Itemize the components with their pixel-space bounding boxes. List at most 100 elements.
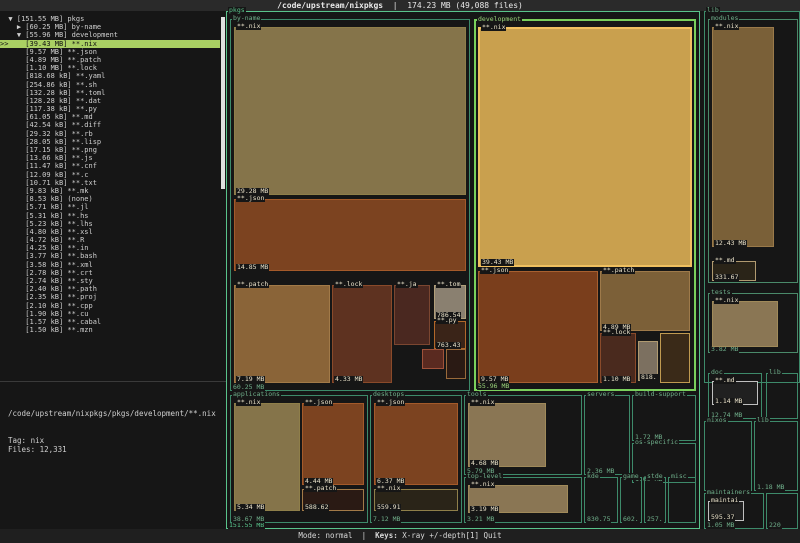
title-summary: 174.23 MB (49,088 files) bbox=[407, 1, 523, 10]
treemap-label: **.md bbox=[714, 377, 736, 384]
tree-row[interactable]: [9.83 kB] **.mk bbox=[0, 187, 220, 195]
tree-row[interactable]: [29.32 kB] **.rb bbox=[0, 130, 220, 138]
treemap-development-json[interactable]: **.json 9.57 MB bbox=[478, 267, 598, 383]
treemap-by-name-small-1[interactable]: **.ja bbox=[394, 281, 430, 345]
treemap-by-name-nix[interactable]: **.nix 29.28 MB bbox=[234, 23, 466, 195]
file-tree-panel: ▼ [151.55 MB] pkgs ▶ [60.25 MB] by-name … bbox=[0, 11, 226, 529]
tree-row[interactable]: [254.86 kB] **.sh bbox=[0, 81, 220, 89]
tree-row[interactable]: [117.38 kB] **.py bbox=[0, 105, 220, 113]
tree-row[interactable]: [2.78 kB] **.crt bbox=[0, 269, 220, 277]
file-tree[interactable]: ▼ [151.55 MB] pkgs ▶ [60.25 MB] by-name … bbox=[0, 15, 220, 334]
treemap-label: **.nix bbox=[481, 24, 507, 31]
treemap-desktops-json[interactable]: **.json 6.37 MB bbox=[374, 399, 458, 485]
treemap-label: **.nix bbox=[470, 399, 496, 406]
tree-row[interactable]: [2.74 kB] **.sty bbox=[0, 277, 220, 285]
tree-row[interactable]: [42.54 kB] **.diff bbox=[0, 121, 220, 129]
treemap-size: 3.82 MB bbox=[710, 345, 740, 353]
treemap-maintainers-nix[interactable]: maintai 595.37 bbox=[708, 497, 744, 521]
tree-row[interactable]: [128.28 kB] **.dat bbox=[0, 97, 220, 105]
tree-row[interactable]: [3.77 kB] **.bash bbox=[0, 252, 220, 260]
tree-row[interactable]: [13.66 kB] **.js bbox=[0, 154, 220, 162]
tree-row[interactable]: [9.57 MB] **.json bbox=[0, 48, 220, 56]
treemap-label: game bbox=[622, 473, 640, 480]
tree-row[interactable]: [1.50 kB] **.mzn bbox=[0, 326, 220, 334]
tree-row[interactable]: [17.15 kB] **.png bbox=[0, 146, 220, 154]
treemap-lib-md[interactable]: **.md 331.67 bbox=[712, 257, 756, 281]
tree-row[interactable]: [3.58 kB] **.xml bbox=[0, 261, 220, 269]
tree-row[interactable]: [5.31 kB] **.hs bbox=[0, 212, 220, 220]
treemap-development-small[interactable] bbox=[660, 333, 690, 383]
treemap-games-frame[interactable]: game 602. bbox=[620, 473, 642, 523]
tree-row[interactable]: [4.72 kB] **.R bbox=[0, 236, 220, 244]
treemap-kde-frame[interactable]: kde 830.75 bbox=[584, 473, 618, 523]
tree-row[interactable]: [11.47 kB] **.cnf bbox=[0, 162, 220, 170]
treemap-by-name-tom[interactable]: **.tom 786.54 bbox=[434, 281, 466, 319]
info-panel: /code/upstream/nixpkgs/pkgs/development/… bbox=[8, 409, 216, 454]
tree-scrollbar[interactable] bbox=[221, 17, 225, 189]
treemap-label: **.json bbox=[376, 399, 406, 406]
treemap-size: 55.96 MB bbox=[477, 382, 511, 390]
treemap-label: **.patch bbox=[236, 281, 270, 288]
treemap-misc2-frame[interactable]: 220 bbox=[766, 493, 798, 529]
treemap[interactable]: pkgs 151.55 MB by-name 60.25 MB **.nix 29.28 … bbox=[226, 7, 800, 529]
tree-row[interactable]: >> [39.43 MB] **.nix bbox=[0, 39, 220, 48]
tree-row[interactable]: [2.40 kB] **.path bbox=[0, 285, 220, 293]
treemap-development-nix[interactable]: **.nix 39.43 MB bbox=[478, 24, 692, 267]
treemap-doc-md[interactable]: **.md 1.14 MB bbox=[712, 377, 758, 405]
tree-row[interactable]: [1.10 MB] **.lock bbox=[0, 64, 220, 72]
treemap-top-level-nix[interactable]: **.nix 3.19 MB bbox=[468, 481, 568, 513]
treemap-development-patch[interactable]: **.patch 4.89 MB bbox=[600, 267, 690, 331]
tree-row[interactable]: [4.80 kB] **.xsl bbox=[0, 228, 220, 236]
tree-row[interactable]: [818.68 kB] **.yaml bbox=[0, 72, 220, 80]
tree-row[interactable]: ▼ [55.96 MB] development bbox=[0, 31, 220, 39]
treemap-label: top-level bbox=[466, 473, 504, 480]
tree-row[interactable]: [1.90 kB] **.cu bbox=[0, 310, 220, 318]
treemap-nixos-frame[interactable]: nixos bbox=[704, 417, 752, 491]
treemap-by-name-py[interactable]: **.py 763.43 bbox=[434, 317, 466, 349]
tree-row[interactable]: [2.35 kB] **.proj bbox=[0, 293, 220, 301]
treemap-by-name-tiny-1[interactable] bbox=[422, 349, 444, 369]
treemap-by-name-json[interactable]: **.json 14.85 MB bbox=[234, 195, 466, 271]
tree-row[interactable]: [61.05 kB] **.md bbox=[0, 113, 220, 121]
tree-row[interactable]: [4.89 MB] **.patch bbox=[0, 56, 220, 64]
title-separator: | bbox=[387, 1, 403, 10]
treemap-size: 7.12 MB bbox=[372, 515, 402, 523]
tree-row[interactable]: ▼ [151.55 MB] pkgs bbox=[0, 15, 220, 23]
tree-row[interactable]: [5.71 kB] **.jl bbox=[0, 203, 220, 211]
tree-row[interactable]: [132.28 kB] **.toml bbox=[0, 89, 220, 97]
treemap-misc-frame[interactable]: misc bbox=[668, 473, 696, 523]
treemap-label: **.nix bbox=[236, 399, 262, 406]
tree-row[interactable]: ▶ [60.25 MB] by-name bbox=[0, 23, 220, 31]
treemap-build-support-frame[interactable]: build-support 1.72 MB bbox=[632, 391, 696, 441]
treemap-by-name-tiny-2[interactable] bbox=[446, 349, 466, 379]
treemap-development-yaml[interactable]: 818. bbox=[638, 341, 658, 381]
tree-row[interactable]: [4.25 kB] **.in bbox=[0, 244, 220, 252]
treemap-applications-nix[interactable]: **.nix 5.34 MB bbox=[234, 399, 300, 511]
treemap-by-name-lock[interactable]: **.lock 4.33 MB bbox=[332, 281, 392, 383]
tree-row[interactable]: [12.09 kB] **.c bbox=[0, 171, 220, 179]
tree-row[interactable]: [5.23 kB] **.lhs bbox=[0, 220, 220, 228]
treemap-by-name-patch[interactable]: **.patch 7.19 MB bbox=[234, 281, 330, 383]
title-bar: /code/upstream/nixpkgs | 174.23 MB (49,0… bbox=[0, 0, 800, 11]
treemap-lib2-frame[interactable]: lib 1.18 MB bbox=[754, 417, 798, 491]
treemap-tools-nix[interactable]: **.nix 4.68 MB bbox=[468, 399, 546, 467]
treemap-label: **.tom bbox=[436, 281, 462, 288]
tree-row[interactable]: [8.53 kB] (none) bbox=[0, 195, 220, 203]
treemap-applications-json[interactable]: **.json 4.44 MB bbox=[302, 399, 364, 485]
treemap-lib-small[interactable]: lib bbox=[766, 369, 798, 419]
treemap-lib-tests-nix[interactable]: **.nix bbox=[712, 297, 778, 347]
treemap-servers-frame[interactable]: servers 2.36 MB bbox=[584, 391, 630, 475]
treemap-label: nixos bbox=[706, 417, 728, 424]
tree-row[interactable]: [1.57 kB] **.cabal bbox=[0, 318, 220, 326]
treemap-applications-patch[interactable]: **.patch 588.62 bbox=[302, 485, 364, 511]
treemap-stdenv-frame[interactable]: stde 257. bbox=[644, 473, 666, 523]
treemap-label: misc bbox=[670, 473, 688, 480]
tree-row[interactable]: [2.10 kB] **.cpp bbox=[0, 302, 220, 310]
treemap-development-lock[interactable]: **.lock 1.10 MB bbox=[600, 329, 636, 383]
tree-row[interactable]: [10.71 kB] **.txt bbox=[0, 179, 220, 187]
treemap-lib-modules-nix[interactable]: **.nix 12.43 MB bbox=[712, 23, 774, 247]
treemap-desktops-nix[interactable]: **.nix 559.91 bbox=[374, 485, 458, 511]
treemap-size: 39.43 MB bbox=[481, 258, 515, 266]
tree-row[interactable]: [28.05 kB] **.lisp bbox=[0, 138, 220, 146]
treemap-label: **.py bbox=[436, 317, 458, 324]
